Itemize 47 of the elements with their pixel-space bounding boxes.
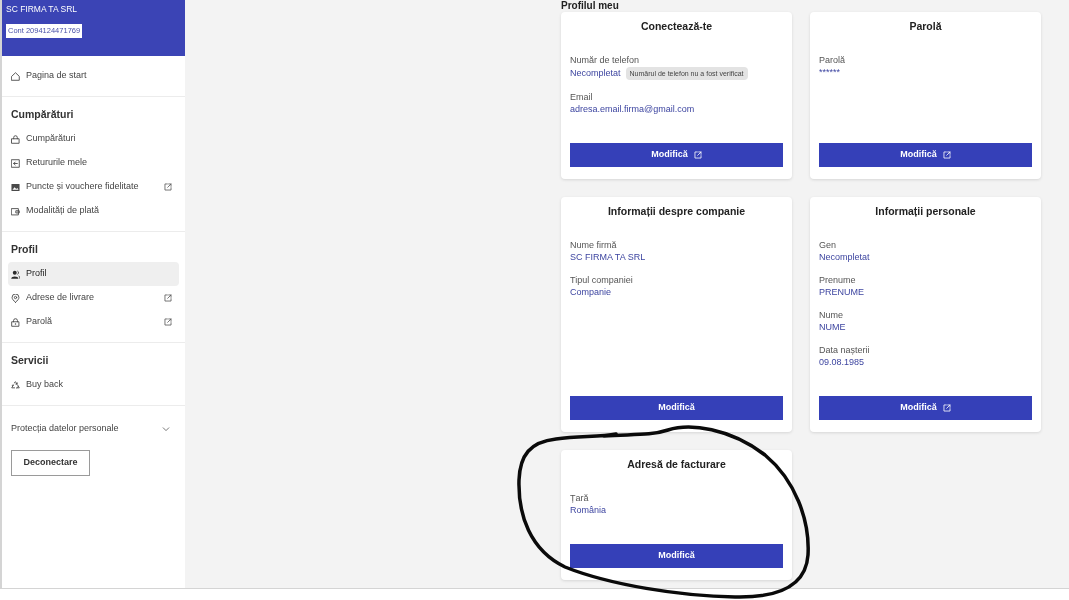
edit-button[interactable]: Modifică <box>570 396 783 420</box>
edit-button[interactable]: Modifică <box>819 396 1032 420</box>
user-icon <box>11 269 20 279</box>
field-label: Prenume <box>819 274 857 286</box>
privacy-toggle[interactable]: Protecția datelor personale <box>11 417 176 441</box>
image-icon <box>11 182 20 192</box>
lock-icon <box>11 317 20 327</box>
edit-button[interactable]: Modifică <box>819 143 1032 167</box>
field-label: Email <box>570 91 594 103</box>
field-value: ****** <box>819 66 841 78</box>
field-label: Gen <box>819 239 837 251</box>
field-value: România <box>570 504 608 516</box>
field-label: Nume <box>819 309 844 321</box>
sidebar-item[interactable]: Profil <box>8 262 179 286</box>
field-value: Necompletat <box>570 67 621 79</box>
field-label: Număr de telefon <box>570 54 641 66</box>
section-heading: Servicii <box>10 353 50 367</box>
field-label: Parolă <box>819 54 846 66</box>
field-label: Țară <box>570 492 590 504</box>
card-title: Conectează-te <box>639 19 714 33</box>
page-title: Profilul meu <box>561 0 619 11</box>
card-title: Informații despre companie <box>606 204 747 218</box>
card-title: Parolă <box>908 19 943 33</box>
field-value: Necompletat <box>819 251 871 263</box>
home-icon <box>11 71 20 81</box>
card-title: Informații personale <box>874 204 977 218</box>
field-label: Tipul companiei <box>570 274 634 286</box>
field-value: Companie <box>570 286 613 298</box>
logout-button[interactable]: Deconectare <box>11 450 90 476</box>
section-heading: Profil <box>10 242 39 256</box>
shopping-bag-icon <box>11 134 20 144</box>
recycle-icon <box>11 380 20 390</box>
edit-button[interactable]: Modifică <box>570 143 783 167</box>
card-title: Adresă de facturare <box>626 457 727 471</box>
company-name: SC FIRMA TA SRL <box>6 3 77 16</box>
field-value: 09.08.1985 <box>819 356 866 368</box>
field-label: Nume firmă <box>570 239 618 251</box>
map-pin-icon <box>11 293 20 303</box>
field-value: adresa.email.firma@gmail.com <box>570 103 696 115</box>
wallet-icon <box>11 206 20 216</box>
field-value: SC FIRMA TA SRL <box>570 251 647 263</box>
field-value: NUME <box>819 321 847 333</box>
return-box-icon <box>11 158 20 168</box>
field-value: PRENUME <box>819 286 865 298</box>
section-heading: Cumpărături <box>10 107 75 121</box>
edit-button[interactable]: Modifică <box>570 544 783 568</box>
field-label: Data nașterii <box>819 344 871 356</box>
